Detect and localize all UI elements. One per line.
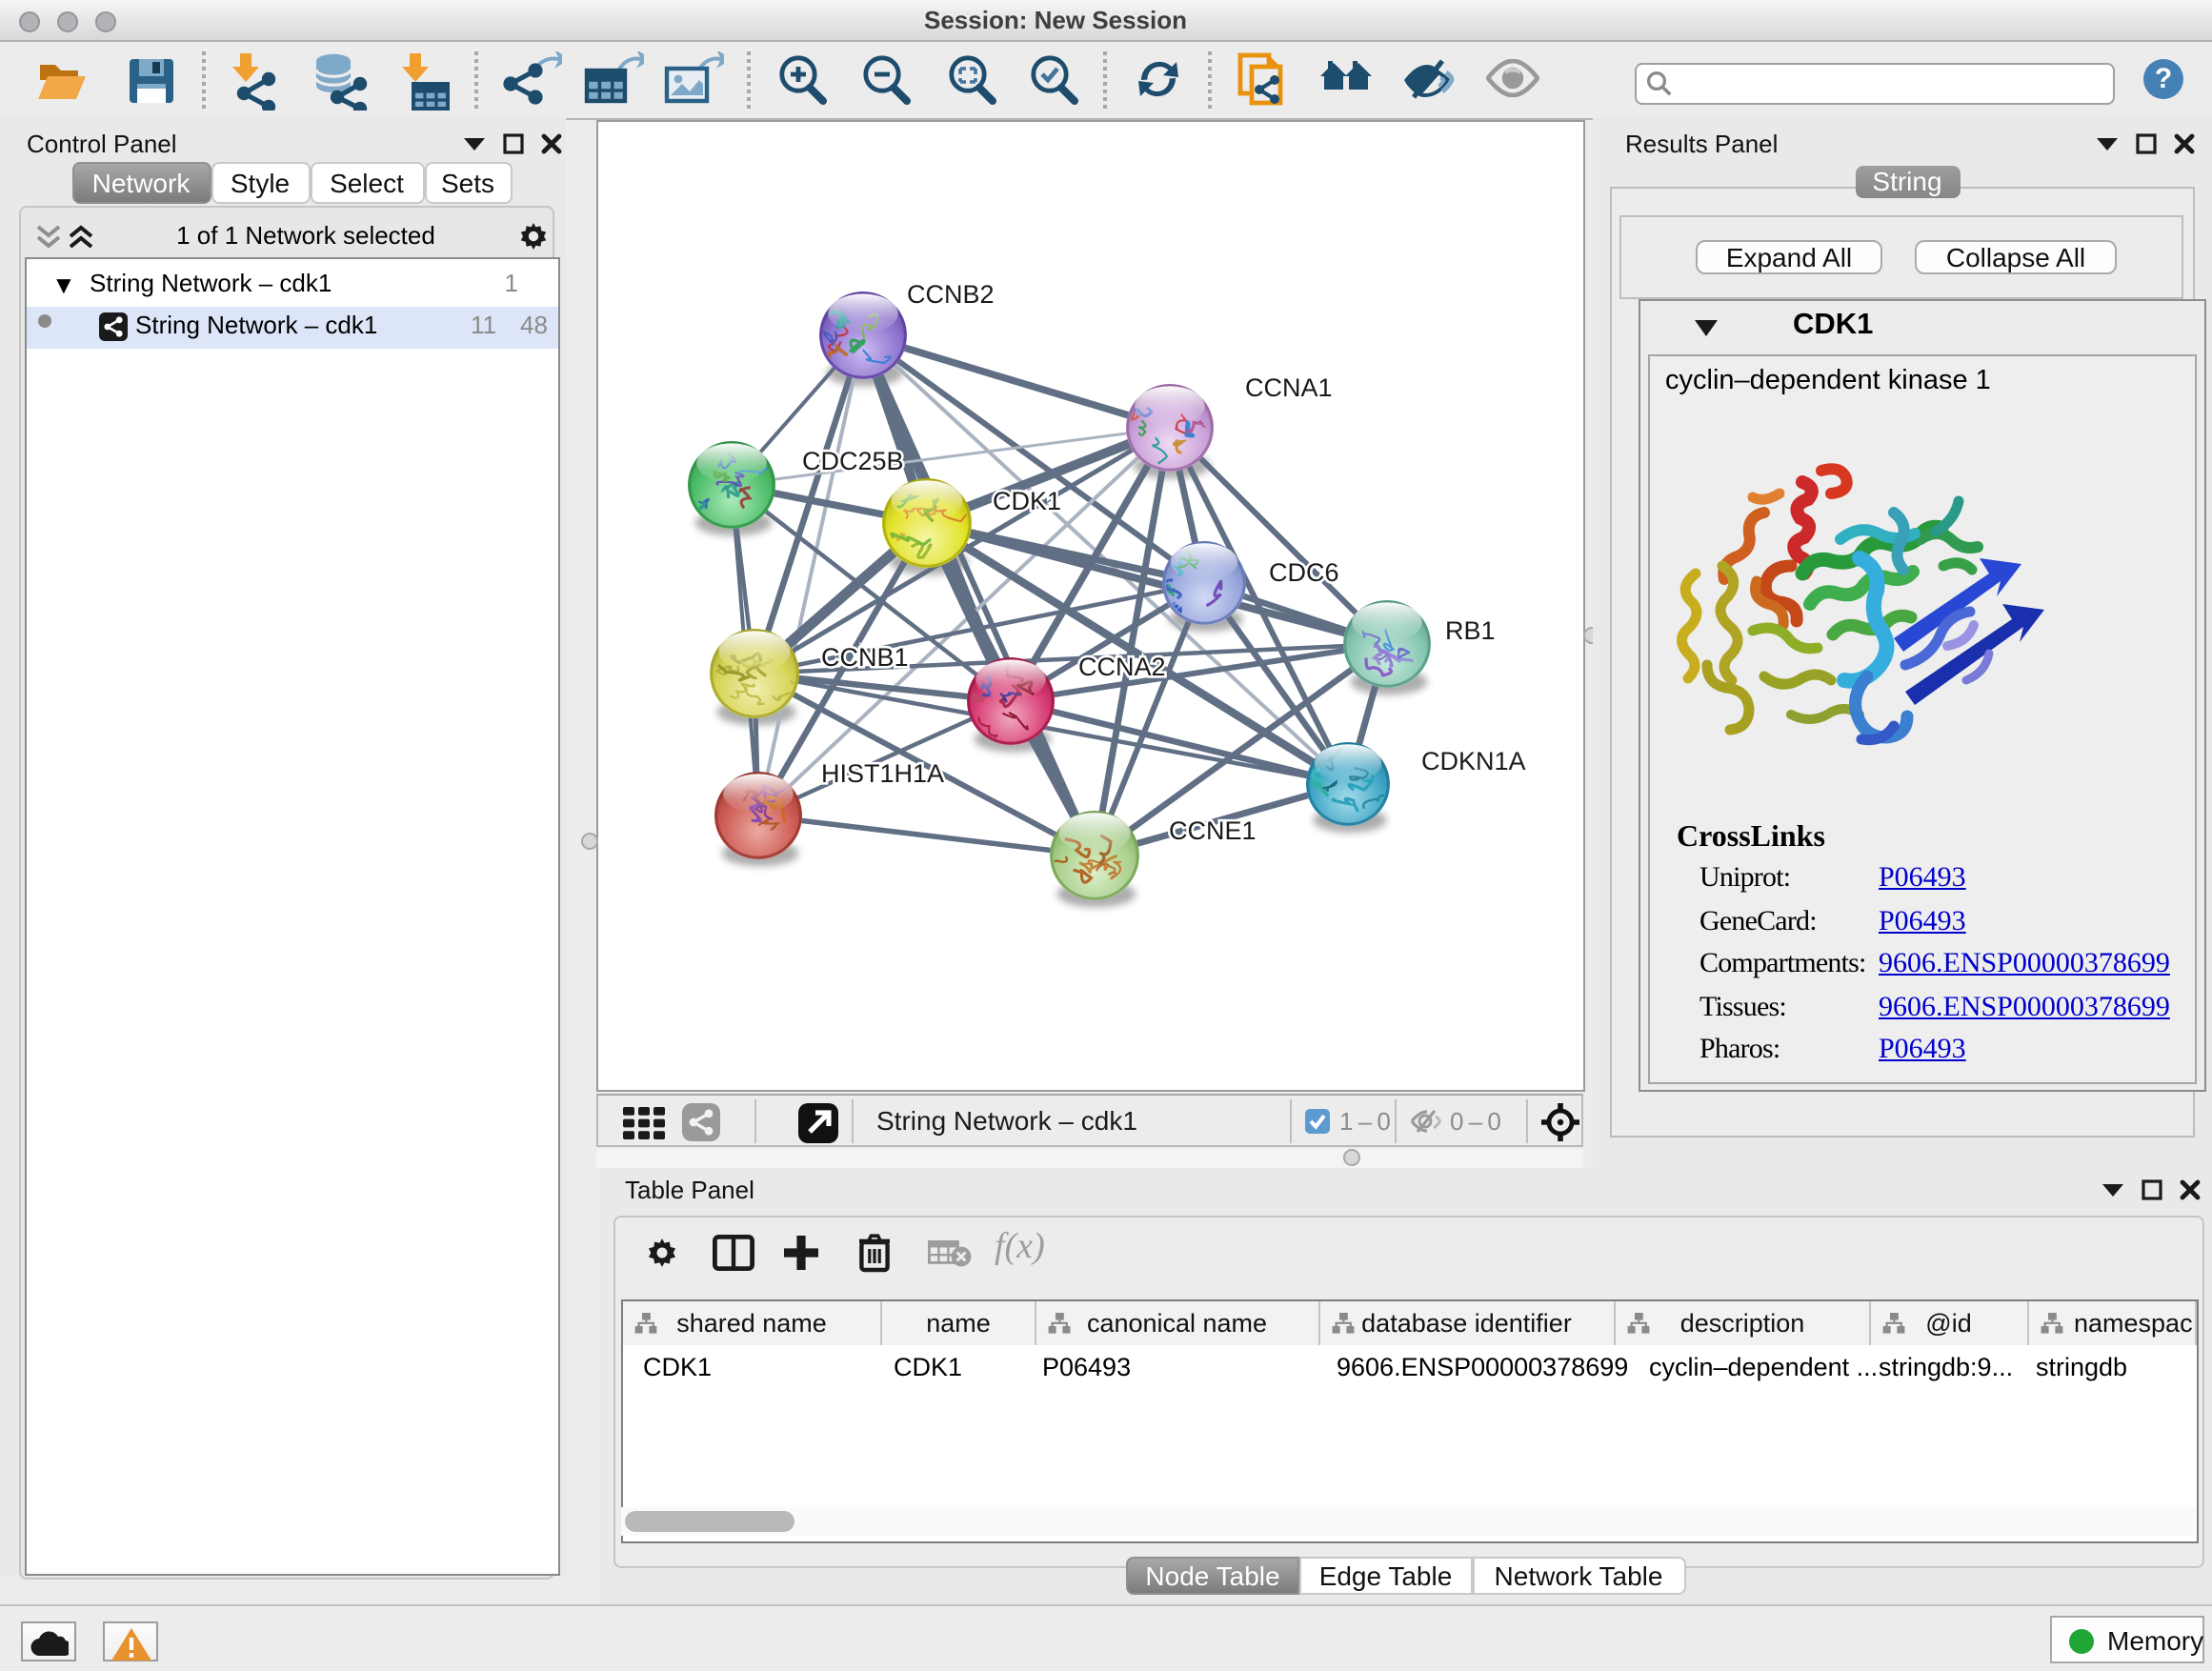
svg-text:CCNA2: CCNA2 [1078, 652, 1166, 680]
svg-text:HIST1H1A: HIST1H1A [821, 758, 944, 787]
svg-text:CCNE1: CCNE1 [1169, 815, 1257, 844]
svg-text:CDC25B: CDC25B [802, 446, 904, 474]
svg-text:CCNB1: CCNB1 [821, 642, 909, 671]
svg-text:RB1: RB1 [1445, 615, 1496, 644]
svg-text:CCNA1: CCNA1 [1245, 372, 1333, 401]
svg-text:CCNB2: CCNB2 [907, 279, 995, 308]
svg-text:CDK1: CDK1 [993, 486, 1061, 514]
svg-text:CDC6: CDC6 [1269, 557, 1339, 586]
svg-text:CDKN1A: CDKN1A [1421, 746, 1526, 775]
